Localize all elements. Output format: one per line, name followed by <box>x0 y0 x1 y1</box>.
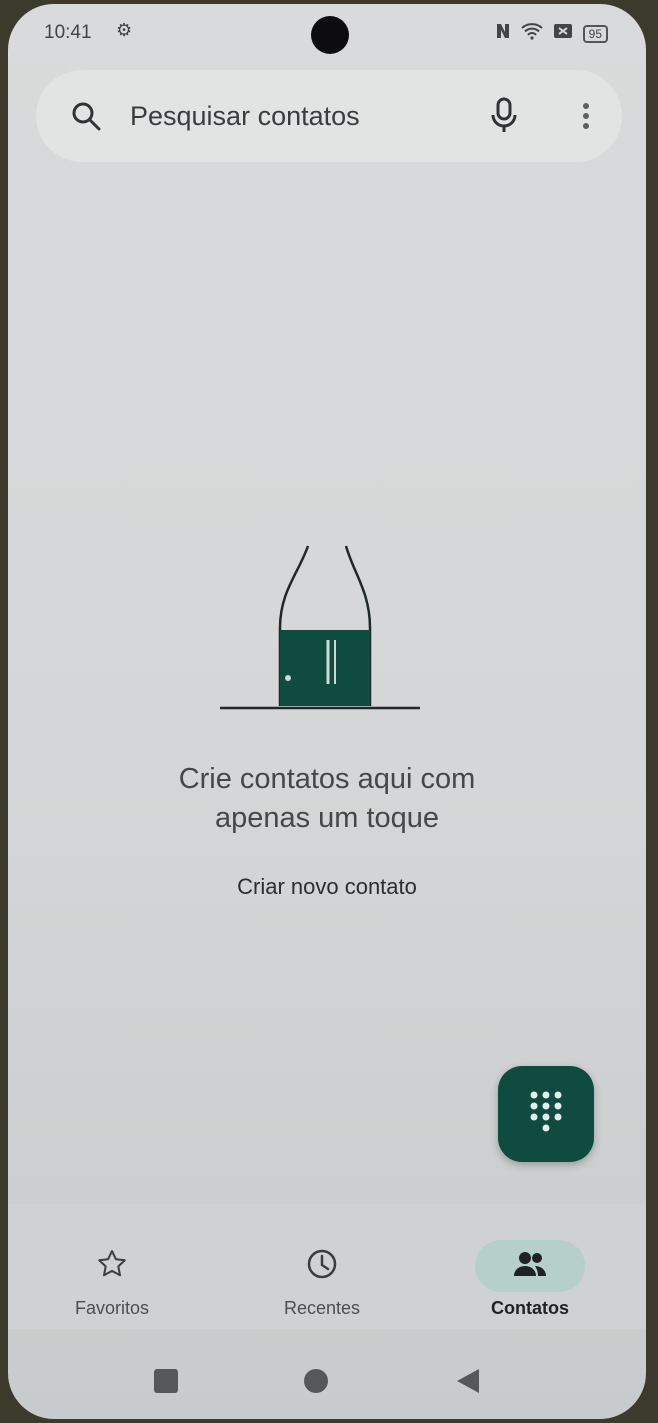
dialpad-icon <box>528 1090 564 1139</box>
tab-recents-label: Recentes <box>283 1298 361 1318</box>
people-icon <box>513 1250 547 1283</box>
empty-state-title-line2: apenas um toque <box>214 802 440 834</box>
empty-state-illustration <box>218 544 428 714</box>
back-button[interactable] <box>444 1359 492 1407</box>
status-time: 10:41 <box>44 22 92 43</box>
star-icon <box>96 1248 128 1285</box>
more-vert-icon[interactable] <box>570 92 602 140</box>
wifi-icon <box>520 22 543 45</box>
mic-icon[interactable] <box>484 92 524 140</box>
status-bar: 10:41 ⚙ 95 <box>8 4 646 64</box>
tab-favorites-pill <box>57 1240 167 1292</box>
tab-contacts[interactable]: Contatos <box>460 1224 600 1320</box>
system-navigation-bar <box>8 1329 646 1419</box>
empty-state-title-line1: Crie contatos aqui com <box>178 763 476 795</box>
search-bar[interactable]: Pesquisar contatos <box>36 70 622 162</box>
create-contact-link[interactable]: Criar novo contato <box>8 874 646 900</box>
home-button[interactable] <box>292 1359 340 1407</box>
search-input[interactable]: Pesquisar contatos <box>130 101 360 132</box>
square-icon <box>153 1368 179 1399</box>
tab-recents-pill <box>267 1240 377 1292</box>
bottom-navigation: Favoritos Recentes Contatos <box>8 1204 646 1329</box>
screen: 10:41 ⚙ 95 Pesquisar contatos Crie conta… <box>8 4 646 1419</box>
sim-off-icon <box>553 22 573 45</box>
phone-frame: 10:41 ⚙ 95 Pesquisar contatos Crie conta… <box>8 4 646 1419</box>
tab-favorites[interactable]: Favoritos <box>42 1224 182 1320</box>
search-icon <box>68 98 104 134</box>
tab-contacts-label: Contatos <box>491 1298 569 1318</box>
empty-state-title: Crie contatos aqui com apenas um toque <box>8 760 646 838</box>
clock-icon <box>305 1247 339 1286</box>
settings-gear-icon: ⚙ <box>116 20 133 40</box>
tab-favorites-label: Favoritos <box>74 1298 150 1318</box>
battery-indicator: 95 <box>582 24 608 43</box>
tab-contacts-pill <box>475 1240 585 1292</box>
status-icons: 95 <box>495 22 608 45</box>
tab-recents[interactable]: Recentes <box>252 1224 392 1320</box>
dialpad-button[interactable] <box>498 1066 594 1162</box>
nfc-icon <box>495 22 511 45</box>
front-camera <box>311 16 349 54</box>
recents-button[interactable] <box>142 1359 190 1407</box>
triangle-back-icon <box>455 1368 481 1399</box>
circle-icon <box>303 1368 329 1399</box>
